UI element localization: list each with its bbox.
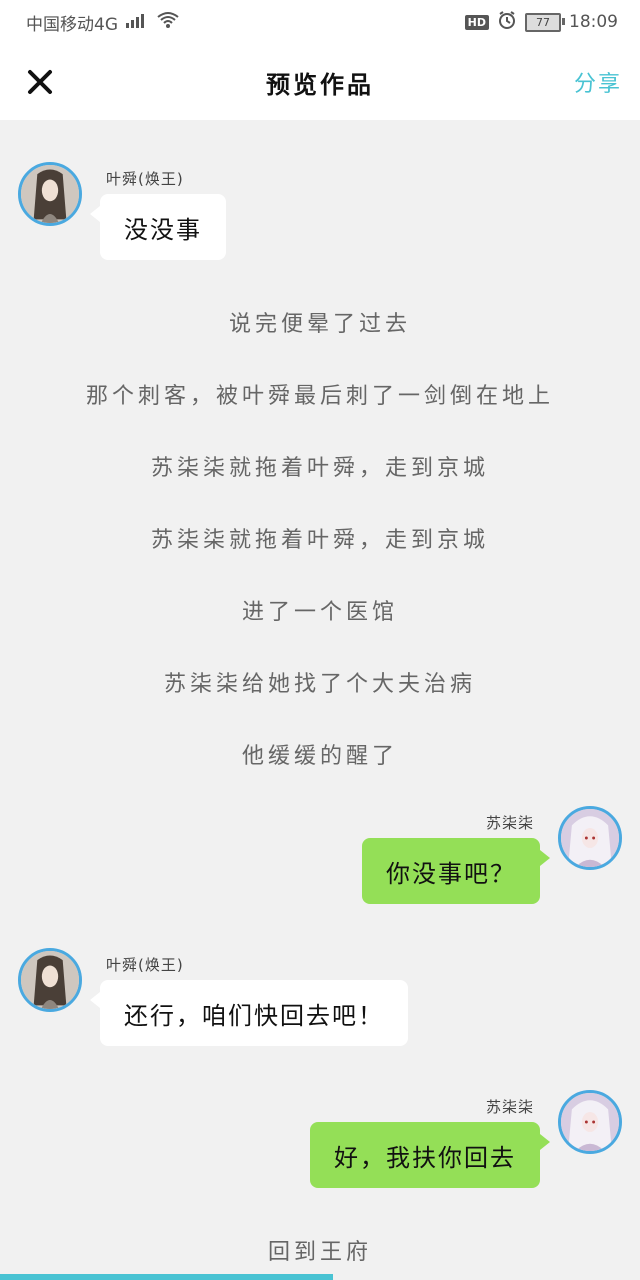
close-icon (28, 70, 52, 94)
avatar-su-qiqi[interactable] (558, 806, 622, 870)
status-right: HD 77 18:09 (464, 10, 640, 35)
page-title: 预览作品 (266, 70, 374, 99)
chat-content[interactable]: 叶舜(焕王) 没没事 说完便晕了过去 那个刺客，被叶舜最后刺了一剑倒在地上 苏柒… (0, 120, 640, 1280)
avatar-su-qiqi[interactable] (558, 1090, 622, 1154)
avatar-ye-shun[interactable] (18, 948, 82, 1012)
narration-line: 苏柒柒就拖着叶舜，走到京城 (150, 528, 489, 553)
reading-progress-fill (0, 1274, 333, 1280)
hd-badge: HD (464, 14, 489, 30)
narration-line: 进了一个医馆 (241, 600, 398, 625)
message-bubble[interactable]: 还行，咱们快回去吧！ (90, 980, 408, 1046)
narration-line: 说完便晕了过去 (228, 312, 411, 337)
avatar-ye-shun[interactable] (18, 162, 82, 226)
carrier-label: 中国移动4G (26, 14, 118, 35)
clock-time: 18:09 (569, 12, 618, 32)
narration-line: 回到王府 (267, 1240, 372, 1265)
status-left: 中国移动4G (0, 10, 180, 35)
signal-icon (124, 11, 150, 34)
sender-name: 苏柒柒 (485, 814, 534, 832)
sender-name: 叶舜(焕王) (106, 170, 184, 188)
battery-level: 77 (536, 15, 550, 29)
portrait-icon (21, 165, 79, 223)
portrait-icon (21, 951, 79, 1009)
status-bar: 中国移动4G HD 77 18:09 (0, 0, 640, 44)
portrait-icon (561, 809, 619, 867)
wifi-icon (156, 11, 180, 34)
narration-line: 苏柒柒给她找了个大夫治病 (163, 672, 476, 697)
battery-icon: 77 (525, 12, 565, 32)
alarm-icon (497, 10, 517, 35)
message-bubble[interactable]: 好，我扶你回去 (310, 1122, 550, 1188)
close-button[interactable] (22, 62, 58, 102)
sender-name: 苏柒柒 (485, 1098, 534, 1116)
message-bubble[interactable]: 你没事吧？ (362, 838, 550, 904)
narration-line: 苏柒柒就拖着叶舜，走到京城 (150, 456, 489, 481)
nav-bar: 预览作品 分享 (0, 44, 640, 120)
reading-progress-bar (0, 1274, 640, 1280)
narration-line: 那个刺客，被叶舜最后刺了一剑倒在地上 (85, 384, 554, 409)
message-bubble[interactable]: 没没事 (90, 194, 226, 260)
sender-name: 叶舜(焕王) (106, 956, 184, 974)
share-button[interactable]: 分享 (574, 66, 622, 98)
portrait-icon (561, 1093, 619, 1151)
narration-line: 他缓缓的醒了 (241, 744, 398, 769)
